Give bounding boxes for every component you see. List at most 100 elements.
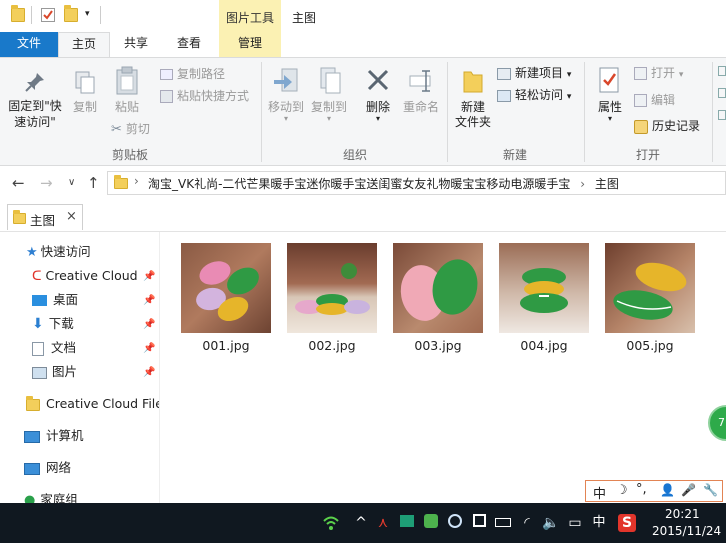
address-bar[interactable]: › 淘宝_VK礼尚-二代芒果暖手宝迷你暖手宝送闺蜜女友礼物暖宝宝移动电源暖手宝 … <box>107 171 726 195</box>
microphone-icon[interactable]: 🎤 <box>681 483 696 497</box>
app-tray-icon[interactable]: ⋏ <box>374 514 392 532</box>
back-arrow-icon[interactable]: ← <box>12 174 25 192</box>
thumbnail-003[interactable] <box>393 243 483 333</box>
file-name[interactable]: 003.jpg <box>393 338 483 353</box>
folder-tab[interactable]: 主图 × <box>7 204 83 230</box>
paste-button[interactable]: 粘贴 <box>108 66 146 115</box>
sogou-icon[interactable]: S <box>618 514 636 532</box>
new-folder-icon[interactable] <box>64 5 78 22</box>
file-name[interactable]: 005.jpg <box>605 338 695 353</box>
history-button[interactable]: 历史记录 <box>634 116 700 136</box>
tab-manage[interactable]: 管理 <box>219 32 281 57</box>
pin-icon[interactable]: 📌 <box>143 319 155 330</box>
copy-button[interactable]: 复制 <box>68 70 102 115</box>
user-icon[interactable]: 👤 <box>660 483 675 497</box>
ime-indicator[interactable]: 中 <box>590 514 608 532</box>
app-tray-icon[interactable] <box>398 514 416 532</box>
sidebar-item-label: Creative Cloud <box>45 268 138 283</box>
recent-locations-icon[interactable]: ∨ <box>68 177 75 188</box>
file-name[interactable]: 004.jpg <box>499 338 589 353</box>
thumbnail-001[interactable] <box>181 243 271 333</box>
chevron-up-icon[interactable]: ^ <box>352 514 370 532</box>
volume-icon[interactable]: 🔈 <box>542 514 560 532</box>
open-button[interactable]: 打开 ▾ <box>634 63 683 83</box>
sidebar-item-homegroup[interactable]: ● 家庭组 <box>24 489 78 503</box>
pin-icon[interactable]: 📌 <box>143 367 155 378</box>
sidebar-item-cc-files[interactable]: Creative Cloud Files <box>26 393 159 415</box>
up-arrow-icon[interactable]: ↑ <box>87 174 100 192</box>
properties-button[interactable]: 属性 ▾ <box>592 66 628 123</box>
tab-share[interactable]: 共享 <box>112 32 160 57</box>
pin-icon[interactable]: 📌 <box>143 295 155 306</box>
organize-group-label: 组织 <box>342 148 367 162</box>
app-tray-icon[interactable] <box>470 514 488 532</box>
sidebar-item-desktop[interactable]: 桌面 <box>32 289 78 311</box>
open-label: 打开 <box>651 66 676 80</box>
file-name[interactable]: 002.jpg <box>287 338 377 353</box>
paste-shortcut-button[interactable]: 粘贴快捷方式 <box>160 86 249 106</box>
customize-quick-access-icon[interactable]: ▾ <box>85 9 90 19</box>
punctuation-icon[interactable]: °, <box>636 482 647 497</box>
new-folder-button[interactable]: 新建 文件夹 <box>451 66 495 130</box>
floating-monitor-badge[interactable]: 71 <box>708 405 726 441</box>
thumbnail-005[interactable] <box>605 243 695 333</box>
sidebar-item-pictures[interactable]: 图片 <box>32 361 77 383</box>
app-tray-icon[interactable] <box>446 514 464 532</box>
wrench-icon[interactable]: 🔧 <box>703 483 718 497</box>
tab-file[interactable]: 文件 <box>0 32 58 57</box>
sidebar-item-downloads[interactable]: ⬇ 下载 <box>32 313 74 335</box>
easy-access-label: 轻松访问 <box>515 88 564 102</box>
sidebar-item-documents[interactable]: 文档 <box>32 337 76 359</box>
move-to-button[interactable]: 移动到 ▾ <box>264 66 308 123</box>
paste-shortcut-icon <box>160 90 173 103</box>
copy-to-button[interactable]: 复制到 ▾ <box>306 66 352 123</box>
breadcrumb-segment[interactable]: 淘宝_VK礼尚-二代芒果暖手宝迷你暖手宝送闺蜜女友礼物暖宝宝移动电源暖手宝 <box>148 177 570 191</box>
sidebar-item-quick-access[interactable]: ★ 快速访问 <box>26 241 91 263</box>
properties-check-icon[interactable] <box>41 8 55 22</box>
cut-button[interactable]: ✂ 剪切 <box>111 119 150 139</box>
wifi-icon[interactable] <box>322 514 340 532</box>
rename-button[interactable]: 重命名 <box>400 66 442 115</box>
edit-label: 编辑 <box>651 93 676 107</box>
file-name[interactable]: 001.jpg <box>181 338 271 353</box>
copy-path-button[interactable]: 复制路径 <box>160 64 225 84</box>
invert-selection-icon[interactable] <box>718 110 726 120</box>
properties-label: 属性 <box>597 100 622 114</box>
easy-access-button[interactable]: 轻松访问 ▾ <box>497 85 571 105</box>
close-icon[interactable]: × <box>66 209 77 224</box>
hand-warmer-image <box>196 261 259 322</box>
tab-view[interactable]: 查看 <box>164 32 214 57</box>
delete-button[interactable]: 删除 ▾ <box>360 66 396 123</box>
breadcrumb-current[interactable]: 主图 <box>595 177 619 191</box>
ime-mode[interactable]: 中 <box>593 483 606 502</box>
pin-quick-access-button[interactable]: 固定到"快速访问" <box>4 70 66 130</box>
ribbon: 固定到"快速访问" 复制 粘贴 复制路径 粘贴快捷方式 ✂ 剪切 剪贴板 移动到 … <box>0 57 726 166</box>
sidebar-item-label: 家庭组 <box>40 492 78 503</box>
pin-icon[interactable]: 📌 <box>143 271 155 282</box>
forward-arrow-icon[interactable]: → <box>40 174 53 192</box>
select-all-icon[interactable] <box>718 66 726 76</box>
app-tray-icon[interactable] <box>422 514 440 532</box>
folder-icon[interactable] <box>11 5 25 22</box>
notification-icon[interactable]: ▭ <box>566 514 584 532</box>
battery-icon[interactable] <box>494 514 512 532</box>
select-none-icon[interactable] <box>718 88 726 98</box>
sidebar-item-this-pc[interactable]: 计算机 <box>24 425 84 447</box>
edit-button[interactable]: 编辑 <box>634 90 675 110</box>
moon-icon[interactable]: ☽ <box>616 483 628 498</box>
clock-time[interactable]: 20:21 <box>665 507 700 521</box>
network-signal-icon[interactable]: ◜ <box>518 514 536 532</box>
sidebar-item-network[interactable]: 网络 <box>24 457 71 479</box>
breadcrumb-separator: › <box>580 177 586 191</box>
rename-icon <box>409 70 431 92</box>
clock-date[interactable]: 2015/11/24 <box>652 524 721 538</box>
thumbnail-002[interactable] <box>287 243 377 333</box>
new-item-button[interactable]: 新建项目 ▾ <box>497 63 571 83</box>
pin-icon[interactable]: 📌 <box>143 343 155 354</box>
ime-toolbar: 中 ☽ °, 👤 🎤 🔧 <box>585 480 723 502</box>
hand-warmer-image <box>520 268 568 313</box>
tab-home[interactable]: 主页 <box>58 32 110 58</box>
thumbnail-004[interactable] <box>499 243 589 333</box>
sidebar-item-creative-cloud[interactable]: ᑕ Creative Cloud <box>32 265 138 287</box>
delete-x-icon <box>367 69 389 91</box>
